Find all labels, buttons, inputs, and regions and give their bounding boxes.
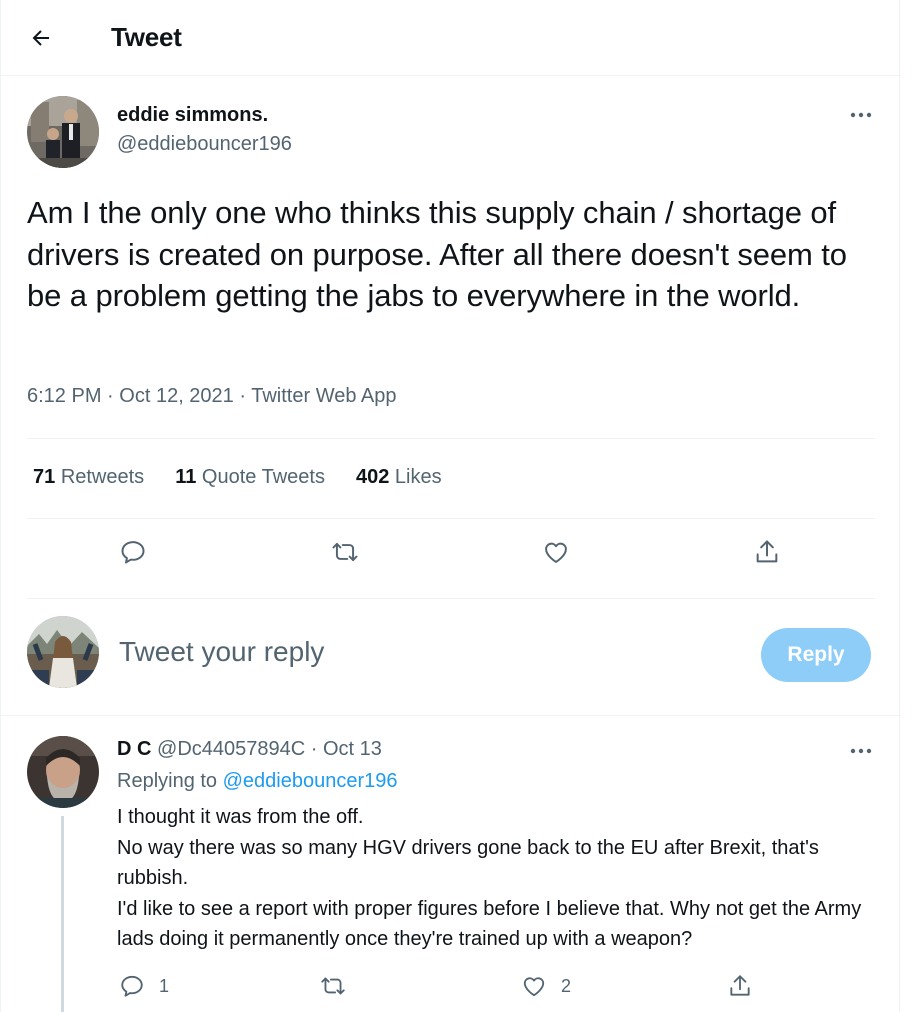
- reply-comment-count: 1: [159, 975, 170, 996]
- author-name[interactable]: eddie simmons.: [117, 104, 268, 127]
- reply-composer-input[interactable]: [119, 636, 719, 668]
- reply-text: I thought it was from the off. No way th…: [117, 802, 887, 955]
- tweet-detail-page: Tweet eddie simmons. @eddiebouncer196 Am…: [0, 0, 901, 1012]
- reply-retweet-button[interactable]: [319, 970, 347, 1002]
- comment-icon: [121, 975, 143, 997]
- reply-more-options-button[interactable]: [846, 736, 876, 766]
- meta-separator: ·: [239, 385, 247, 407]
- share-icon: [730, 975, 750, 996]
- current-user-avatar[interactable]: [27, 616, 99, 688]
- replying-to-label: Replying to: [117, 770, 218, 792]
- share-icon: [756, 540, 778, 563]
- tweet-time[interactable]: 6:12 PM: [27, 385, 101, 407]
- reply-like-button[interactable]: 2: [521, 970, 571, 1002]
- reply-date[interactable]: Oct 13: [323, 738, 382, 760]
- comment-icon: [121, 541, 145, 564]
- arrow-left-icon: [32, 30, 49, 46]
- reply-separator: ·: [310, 738, 318, 760]
- reply-author-handle[interactable]: @Dc44057894C: [157, 738, 305, 760]
- replying-to-line: Replying to @eddiebouncer196: [117, 770, 398, 793]
- tweet-meta: 6:12 PM · Oct 12, 2021 · Twitter Web App: [27, 385, 397, 408]
- tweet-date[interactable]: Oct 12, 2021: [119, 385, 234, 407]
- reply-like-count: 2: [561, 975, 572, 996]
- divider: [27, 438, 875, 439]
- retweet-action-button[interactable]: [325, 532, 365, 572]
- section-divider: [1, 715, 901, 716]
- page-title: Tweet: [111, 22, 182, 52]
- reply-author-avatar[interactable]: [27, 736, 99, 808]
- more-options-button[interactable]: [846, 100, 876, 130]
- reply-text-line: I'd like to see a report with proper fig…: [117, 897, 862, 951]
- meta-separator: ·: [107, 385, 114, 407]
- quote-tweets-count: 11: [175, 466, 197, 488]
- likes-label: Likes: [394, 466, 442, 488]
- more-horizontal-icon: [850, 112, 872, 118]
- reply-comment-button[interactable]: 1: [119, 970, 169, 1002]
- tweet-text: Am I the only one who thinks this supply…: [27, 195, 847, 313]
- quote-tweets-stat[interactable]: 11 Quote Tweets: [175, 466, 325, 489]
- reply-share-button[interactable]: [727, 970, 753, 1002]
- divider: [27, 598, 875, 599]
- reply-text-line: No way there was so many HGV drivers gon…: [117, 836, 819, 890]
- heart-icon: [545, 542, 567, 563]
- like-action-button[interactable]: [536, 532, 576, 572]
- back-button[interactable]: [21, 18, 61, 58]
- reply-author-name[interactable]: D C: [117, 738, 151, 760]
- reply-header: D C @Dc44057894C · Oct 13: [117, 738, 382, 761]
- likes-count: 402: [355, 466, 390, 488]
- thread-line: [61, 816, 64, 1012]
- retweets-label: Retweets: [60, 466, 145, 488]
- retweets-count: 71: [33, 466, 56, 488]
- tweet-stats: 71 Retweets 11 Quote Tweets 402 Likes: [33, 466, 473, 489]
- author-handle[interactable]: @eddiebouncer196: [117, 133, 292, 156]
- page-header: Tweet: [1, 0, 901, 76]
- reply-action-button[interactable]: [113, 532, 153, 572]
- divider: [27, 518, 875, 519]
- likes-stat[interactable]: 402 Likes: [356, 466, 442, 489]
- heart-icon: [523, 977, 545, 997]
- share-action-button[interactable]: [747, 532, 787, 572]
- reply-text-line: I thought it was from the off.: [117, 806, 364, 828]
- retweet-icon: [332, 542, 358, 562]
- replying-to-handle-link[interactable]: @eddiebouncer196: [223, 770, 398, 792]
- more-horizontal-icon: [850, 748, 872, 754]
- retweets-stat[interactable]: 71 Retweets: [33, 466, 144, 489]
- retweet-icon: [321, 977, 345, 995]
- tweet-source[interactable]: Twitter Web App: [251, 385, 396, 407]
- reply-submit-button[interactable]: Reply: [761, 628, 871, 682]
- author-avatar[interactable]: [27, 96, 99, 168]
- quote-tweets-label: Quote Tweets: [201, 466, 325, 488]
